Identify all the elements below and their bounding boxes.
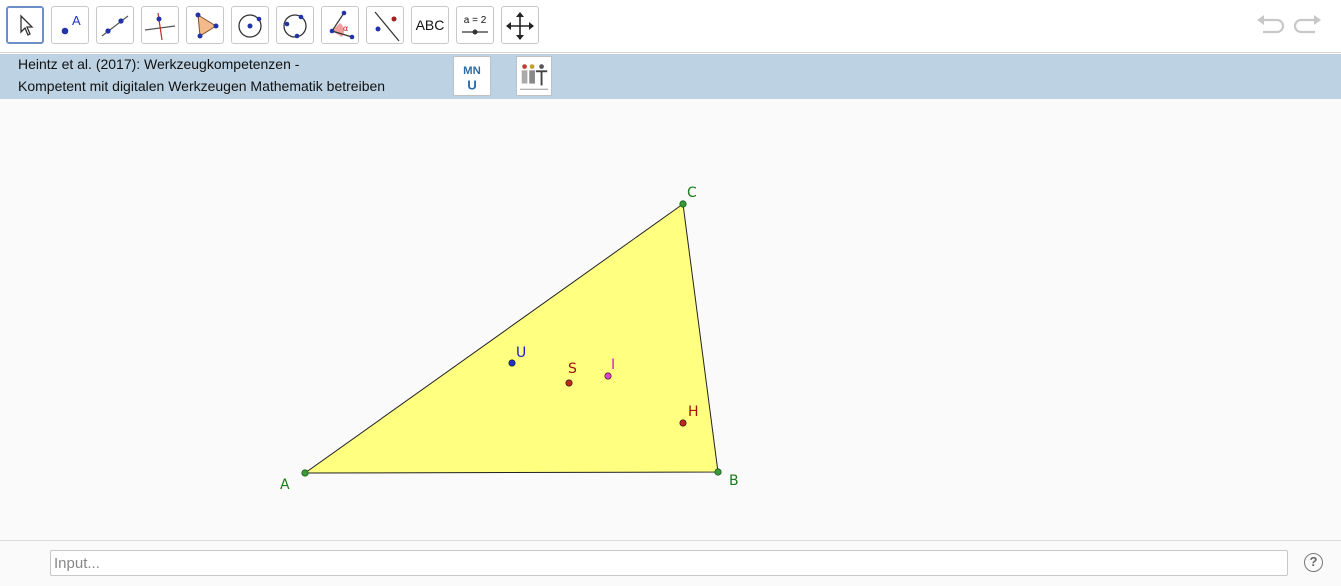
circle-through-points-tool-button[interactable] (276, 6, 314, 44)
info-banner: Heintz et al. (2017): Werkzeugkompetenze… (0, 54, 1341, 99)
move-tool-button[interactable] (6, 6, 44, 44)
svg-text:MN: MN (463, 65, 481, 77)
circle-three-points-icon (283, 14, 307, 39)
perpendicular-line-icon (144, 12, 176, 41)
point-S-label: S (568, 361, 577, 377)
polygon-tool-button[interactable] (186, 6, 224, 44)
reflect-tool-button[interactable] (366, 6, 404, 44)
banner-line-1: Heintz et al. (2017): Werkzeugkompetenze… (18, 56, 300, 72)
help-icon[interactable]: ? (1304, 553, 1323, 572)
text-tool-label: ABC (415, 17, 445, 33)
banner-line-2: Kompetent mit digitalen Werkzeugen Mathe… (18, 78, 386, 94)
angle-tool-label: α (343, 24, 348, 33)
slider-tool-label: a = 2 (464, 15, 487, 26)
polygon-icon (195, 12, 219, 39)
point-B[interactable]: B (714, 468, 739, 489)
svg-text:U: U (467, 77, 477, 92)
circle-center-icon (238, 14, 262, 38)
move-arrows-icon (506, 12, 534, 40)
point-H-label: H (688, 404, 699, 420)
point-U-label: U (516, 345, 526, 361)
point-tool-button[interactable]: A (51, 6, 89, 44)
triangle-abc[interactable] (303, 203, 719, 474)
perpendicular-line-tool-button[interactable] (141, 6, 179, 44)
graphics-view[interactable]: A B C U S I H (0, 100, 1341, 540)
mnu-logo: MN U (453, 56, 491, 96)
angle-icon: α (329, 10, 355, 40)
reflect-line-icon (374, 11, 400, 42)
point-A-label: A (280, 477, 290, 493)
circle-center-point-tool-button[interactable] (231, 6, 269, 44)
undo-icon[interactable] (1255, 12, 1285, 40)
input-bar: ? (0, 540, 1341, 586)
point-icon: A (61, 13, 81, 35)
point-B-label: B (729, 473, 739, 489)
point-I-label: I (611, 357, 615, 373)
point-A[interactable]: A (280, 469, 309, 493)
cursor-arrow-icon (20, 14, 34, 36)
redo-icon[interactable] (1293, 12, 1323, 40)
line-icon (101, 15, 129, 37)
slider-tool-button[interactable]: a = 2 (456, 6, 494, 44)
algebra-input[interactable] (50, 550, 1288, 576)
line-tool-button[interactable] (96, 6, 134, 44)
move-graphics-view-tool-button[interactable] (501, 6, 539, 44)
text-tool-button[interactable]: ABC (411, 6, 449, 44)
t-logo (516, 56, 552, 96)
point-C[interactable]: C (679, 185, 697, 208)
slider-icon: a = 2 (462, 15, 488, 35)
angle-tool-button[interactable]: α (321, 6, 359, 44)
point-tool-label: A (72, 13, 81, 28)
point-C-label: C (687, 185, 697, 201)
toolbar: A α ABC a = 2 (0, 0, 1341, 53)
